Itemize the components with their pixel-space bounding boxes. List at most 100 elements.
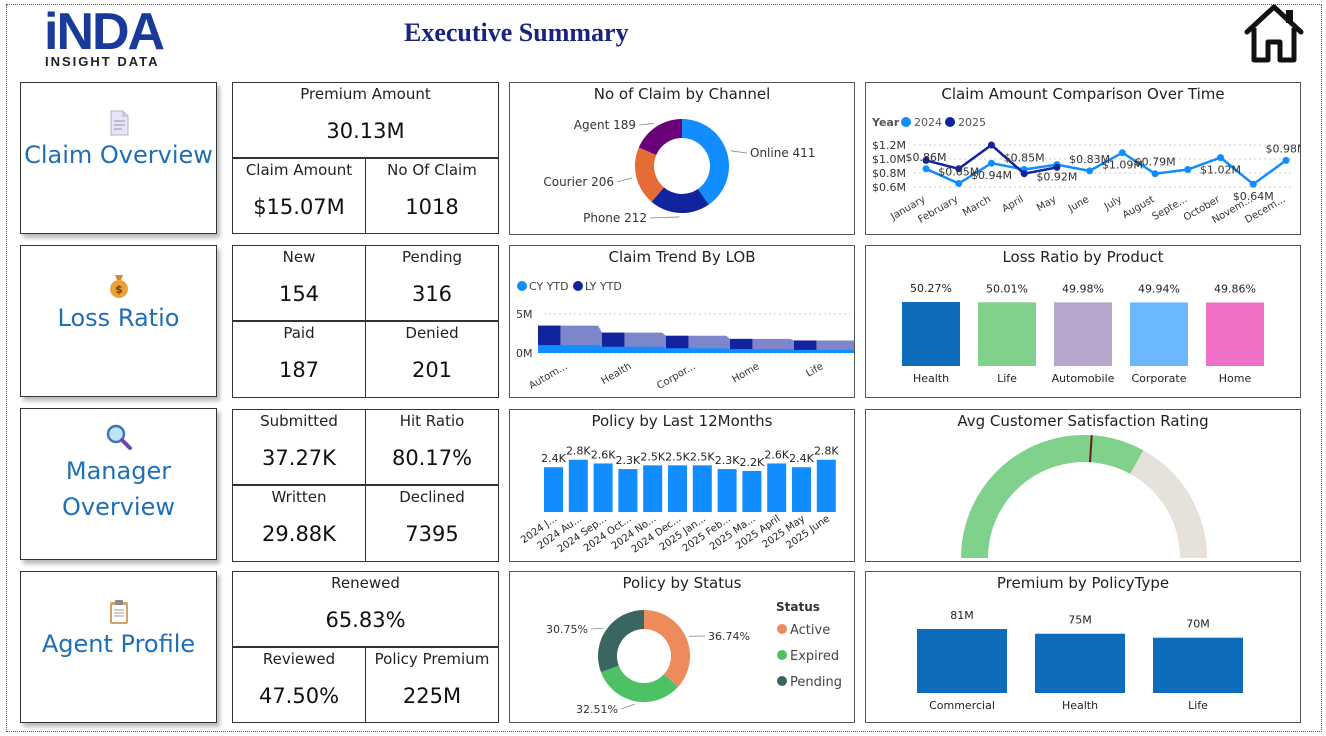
kpi-label: Renewed bbox=[331, 574, 400, 592]
bar-chart: 50.27% Health 50.01% Life 49.98% Automobile 49… bbox=[902, 282, 1264, 385]
leader-line bbox=[638, 123, 654, 126]
kpi-value: 37.27K bbox=[262, 446, 336, 470]
bar bbox=[618, 469, 638, 512]
kpi-label: New bbox=[282, 248, 316, 266]
kpi-label: Pending bbox=[402, 248, 462, 266]
x-tick-label: Autom... bbox=[527, 361, 569, 392]
data-label: 2.8K bbox=[814, 445, 839, 458]
donut-chart: 36.74% 32.51% 30.75% Status Active Expired Pen… bbox=[546, 600, 842, 716]
y-tick-label: 5M bbox=[516, 308, 533, 321]
bar bbox=[1153, 637, 1243, 693]
x-tick-label: Home bbox=[1219, 372, 1252, 385]
bar-chart: 2.4K2024 J...2.8K2024 Au...2.6K2024 Sep.… bbox=[519, 445, 839, 556]
leader-line bbox=[620, 703, 635, 710]
x-tick-label: March bbox=[961, 194, 993, 219]
chart-avg-customer-satisfaction[interactable]: Avg Customer Satisfaction Rating bbox=[865, 409, 1301, 562]
data-label: 49.94% bbox=[1138, 282, 1180, 295]
bar bbox=[593, 463, 613, 512]
bar bbox=[544, 467, 563, 512]
x-tick-label: April bbox=[1000, 194, 1025, 215]
data-label: $0.86M bbox=[906, 151, 947, 164]
series-point bbox=[1282, 156, 1290, 164]
series-point bbox=[987, 141, 995, 149]
legend-title: Status bbox=[776, 600, 820, 614]
bar bbox=[568, 459, 588, 512]
chart-claims-by-channel[interactable]: No of Claim by Channel Online 411 Phone 2… bbox=[509, 82, 855, 235]
bar bbox=[1035, 633, 1125, 693]
data-label: $0.98M bbox=[1266, 142, 1301, 155]
donut-chart: Online 411 Phone 212 Courier 206 Agent 189 bbox=[543, 118, 815, 225]
x-tick-label: Automobile bbox=[1052, 372, 1115, 385]
bar bbox=[767, 463, 787, 512]
nav-label: Claim Overview bbox=[24, 141, 213, 169]
chart-loss-ratio-by-product[interactable]: Loss Ratio by Product 50.27% Health 50.01%… bbox=[865, 245, 1301, 398]
data-label: $0.94M bbox=[971, 169, 1012, 182]
legend-label: LY YTD bbox=[585, 280, 622, 293]
data-label: 2.5K bbox=[690, 450, 715, 463]
kpi-claim-amount: Claim Amount $15.07M bbox=[232, 158, 366, 234]
nav-manager-overview[interactable]: Manager Overview bbox=[20, 408, 217, 560]
data-label: 2.6K bbox=[591, 448, 616, 461]
clipboard-icon bbox=[109, 600, 128, 624]
legend-label: CY YTD bbox=[529, 280, 569, 293]
kpi-value: $15.07M bbox=[253, 195, 345, 219]
series-point bbox=[1217, 154, 1225, 162]
series-point bbox=[987, 159, 995, 167]
series-point bbox=[1020, 170, 1028, 178]
bar bbox=[668, 465, 687, 512]
x-tick-label: August bbox=[1121, 194, 1157, 221]
series-point bbox=[922, 165, 930, 173]
data-label: 2.5K bbox=[665, 450, 690, 463]
bar bbox=[902, 302, 960, 366]
svg-text:$: $ bbox=[115, 283, 123, 296]
kpi-submitted: Submitted 37.27K bbox=[232, 409, 366, 485]
kpi-value: 201 bbox=[411, 358, 453, 382]
data-label: 75M bbox=[1068, 614, 1092, 627]
x-tick-label: Health bbox=[913, 372, 949, 385]
x-tick-label: Health bbox=[1062, 699, 1098, 712]
data-label: 49.86% bbox=[1214, 283, 1256, 296]
gauge-track bbox=[1130, 450, 1207, 558]
kpi-reviewed: Reviewed 47.50% bbox=[232, 647, 366, 723]
data-label: $0.79M bbox=[1135, 156, 1176, 169]
x-tick-label: Life bbox=[997, 372, 1017, 385]
kpi-label: Paid bbox=[283, 324, 315, 342]
kpi-pending: Pending 316 bbox=[365, 245, 499, 321]
kpi-value: 29.88K bbox=[262, 522, 336, 546]
data-label: 36.74% bbox=[708, 630, 750, 643]
nav-label: Loss Ratio bbox=[57, 304, 180, 332]
data-label: 2.4K bbox=[789, 452, 814, 465]
series-point bbox=[1118, 149, 1126, 157]
x-tick-label: Life bbox=[1188, 699, 1208, 712]
kpi-label: Declined bbox=[399, 488, 465, 506]
data-label: Courier 206 bbox=[543, 175, 614, 189]
kpi-value: 225M bbox=[402, 684, 462, 708]
kpi-hit-ratio: Hit Ratio 80.17% bbox=[365, 409, 499, 485]
legend-label: Pending bbox=[790, 675, 842, 690]
chart-policy-by-status[interactable]: Policy by Status 36.74% 32.51% 30.75% Statu… bbox=[509, 571, 855, 723]
data-label: Agent 189 bbox=[574, 118, 636, 132]
nav-loss-ratio[interactable]: $ Loss Ratio bbox=[20, 245, 217, 397]
chart-premium-by-policytype[interactable]: Premium by PolicyType 81M Commercial 75M He… bbox=[865, 571, 1301, 723]
kpi-new: New 154 bbox=[232, 245, 366, 321]
bar bbox=[917, 629, 1007, 693]
x-tick-label: Corporate bbox=[1132, 372, 1187, 385]
chart-policy-last-12-months[interactable]: Policy by Last 12Months 2.4K 2024 J... 2.8… bbox=[509, 409, 855, 562]
gauge-chart bbox=[961, 434, 1207, 558]
legend-label: 2024 bbox=[914, 116, 942, 129]
home-icon[interactable] bbox=[1242, 2, 1306, 64]
data-label: 2.5K bbox=[640, 450, 665, 463]
chart-claim-trend-by-lob[interactable]: Claim Trend By LOB CY YTD LY YTD 5M 0M Autom… bbox=[509, 245, 855, 398]
chart-claim-amount-over-time[interactable]: Claim Amount Comparison Over Time Year 20… bbox=[865, 82, 1301, 235]
logo-wordmark: iNDA bbox=[44, 3, 165, 61]
nav-claim-overview[interactable]: Claim Overview bbox=[20, 82, 217, 234]
nav-label: Agent Profile bbox=[41, 630, 196, 658]
legend-title: Year bbox=[871, 116, 900, 129]
nav-agent-profile[interactable]: Agent Profile bbox=[20, 571, 217, 723]
line-chart: Year 2024 2025 $1.2M$1.0M$0.8M$0.6M $0.86M $0… bbox=[871, 116, 1301, 226]
x-tick-label: July bbox=[1102, 194, 1124, 213]
x-tick-label: May bbox=[1035, 194, 1058, 214]
donut-slice bbox=[598, 610, 644, 673]
data-label: $0.92M bbox=[1036, 171, 1077, 184]
bar bbox=[717, 469, 737, 512]
